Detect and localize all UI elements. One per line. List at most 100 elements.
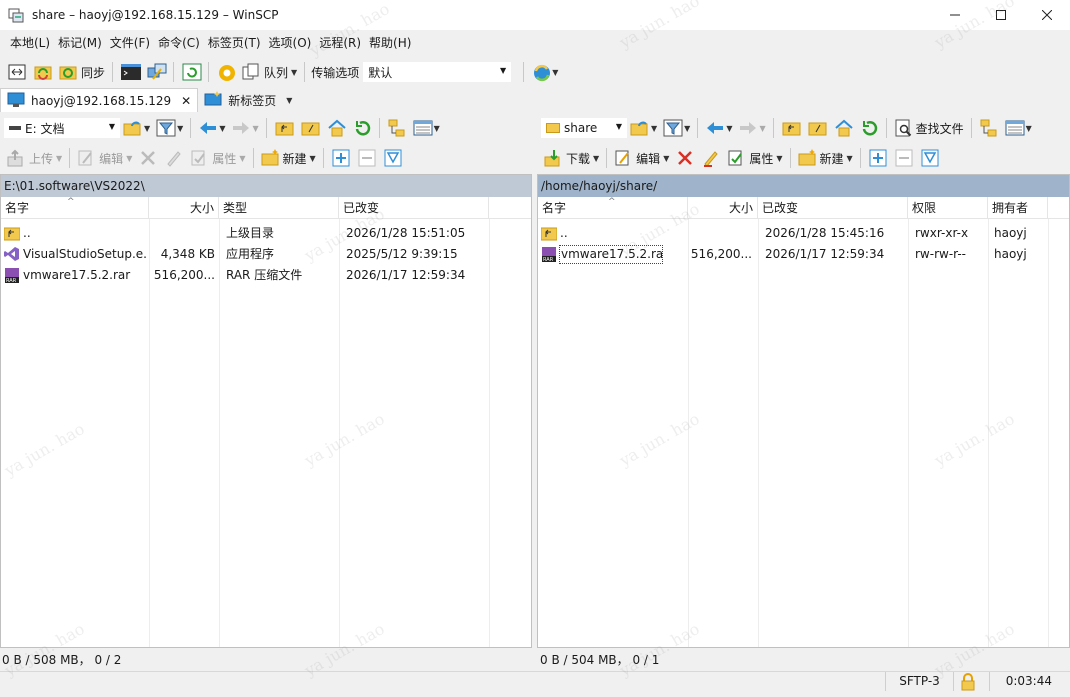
close-button[interactable] [1024,0,1070,30]
column-owner[interactable]: 拥有者 [988,197,1048,219]
right-filter-button[interactable]: ▼ [661,116,692,140]
left-open-folder-button[interactable]: ▼ [121,116,152,140]
find-files-button[interactable]: 查找文件 [892,116,966,140]
transfer-preset-select[interactable]: 默认 ▼ [363,62,512,82]
right-rename-button[interactable] [699,146,723,170]
right-forward-button[interactable]: ▼ [736,116,767,140]
right-back-button[interactable]: ▼ [703,116,734,140]
sync-icon [59,63,77,81]
sort-ascending-icon: ^ [67,197,75,207]
right-view-button[interactable]: ▼ [1003,116,1034,140]
table-row[interactable]: RAR vmware17.5.2.rar 516,200... 2026/1/1… [538,244,1069,265]
chevron-down-icon: ▼ [726,123,733,133]
left-properties-button[interactable]: 属性 ▼ [188,146,247,170]
right-tree-button[interactable] [977,116,1001,140]
left-delete-button[interactable] [136,146,160,170]
open-terminal-button[interactable] [118,60,142,84]
close-icon[interactable]: ✕ [181,94,191,108]
refresh-session-button[interactable] [179,60,203,84]
menu-commands[interactable]: 命令(C) [154,33,204,53]
menu-files[interactable]: 文件(F) [106,33,154,53]
tab-session[interactable]: haoyj@192.168.15.129 ✕ [0,88,199,112]
download-button[interactable]: 下载 ▼ [542,146,601,170]
left-filter-select-button[interactable] [381,146,405,170]
menu-tabs[interactable]: 标签页(T) [204,33,265,53]
maximize-button[interactable] [978,0,1024,30]
left-root-dir-button[interactable] [298,116,322,140]
table-row[interactable]: .. 上级目录 2026/1/28 15:51:05 [1,223,531,244]
toolbar-separator [697,118,699,138]
chevron-down-icon: ▼ [177,123,184,133]
synchronize-button[interactable]: 同步 [57,60,107,84]
preferences-button[interactable] [214,60,238,84]
right-new-button[interactable]: 新建 ▼ [796,146,855,170]
column-changed[interactable]: 已改变 [339,197,489,219]
left-select-all-button[interactable] [329,146,353,170]
menu-mark[interactable]: 标记(M) [54,33,106,53]
minimize-button[interactable] [932,0,978,30]
table-row[interactable]: .. 2026/1/28 15:45:16 rwxr-xr-x haoyj [538,223,1069,244]
left-back-button[interactable]: ▼ [196,116,227,140]
left-filter-button[interactable]: ▼ [154,116,185,140]
find-files-label: 查找文件 [915,121,964,136]
left-rename-button[interactable] [162,146,186,170]
local-drive-select[interactable]: E: 文档 ▼ [4,118,120,138]
folder-tree-icon [388,119,406,137]
right-edit-label: 编辑 [636,151,661,166]
left-unselect-button[interactable] [355,146,379,170]
left-edit-button[interactable]: 编辑 ▼ [75,146,134,170]
column-name[interactable]: 名字 ^ [538,197,688,219]
left-tree-button[interactable] [385,116,409,140]
compare-directories-button[interactable] [5,60,29,84]
column-size[interactable]: 大小 [149,197,219,219]
right-home-button[interactable] [831,116,855,140]
menu-help[interactable]: 帮助(H) [365,33,415,53]
transfer-settings-button[interactable]: ▼ [529,60,560,84]
tab-new[interactable]: 新标签页 ▼ [198,88,298,112]
chevron-down-icon: ▼ [1025,123,1032,133]
remote-folder-select[interactable]: share ▼ [541,118,627,138]
left-view-button[interactable]: ▼ [411,116,442,140]
putty-button[interactable] [144,60,168,84]
properties-icon [727,149,745,167]
column-name[interactable]: 名字 ^ [1,197,149,219]
right-refresh-button[interactable] [857,116,881,140]
column-changed[interactable]: 已改变 [758,197,908,219]
toolbar-separator [252,148,254,168]
menu-options[interactable]: 选项(O) [265,33,316,53]
menu-remote[interactable]: 远程(R) [315,33,365,53]
column-type[interactable]: 类型 [219,197,339,219]
right-root-dir-button[interactable] [805,116,829,140]
left-parent-dir-button[interactable] [272,116,296,140]
right-properties-button[interactable]: 属性 ▼ [725,146,784,170]
rename-icon [165,149,183,167]
local-path-bar[interactable]: E:\01.software\VS2022\ [1,175,531,197]
file-name: vmware17.5.2.rar [559,245,663,264]
left-forward-button[interactable]: ▼ [229,116,260,140]
right-delete-button[interactable] [673,146,697,170]
left-refresh-button[interactable] [350,116,374,140]
details-view-icon [413,119,433,137]
left-new-button[interactable]: 新建 ▼ [259,146,318,170]
right-edit-button[interactable]: 编辑 ▼ [612,146,671,170]
right-filter-select-button[interactable] [918,146,942,170]
right-parent-dir-button[interactable] [779,116,803,140]
right-unselect-button[interactable] [892,146,916,170]
table-row[interactable]: VisualStudioSetup.e... 4,348 KB 应用程序 202… [1,244,531,265]
toolbar-separator [606,148,608,168]
synchronize-browsing-button[interactable] [31,60,55,84]
right-select-all-button[interactable] [866,146,890,170]
arrow-left-icon [198,119,217,137]
menu-local[interactable]: 本地(L) [6,33,54,53]
remote-path-bar[interactable]: /home/haoyj/share/ [538,175,1069,197]
left-home-button[interactable] [324,116,348,140]
upload-button[interactable]: 上传 ▼ [5,146,64,170]
column-rights[interactable]: 权限 [908,197,988,219]
file-name: vmware17.5.2.rar [23,268,131,282]
table-row[interactable]: RAR vmware17.5.2.rar 516,200... RAR 压缩文件… [1,265,531,286]
column-name-label: 名字 [542,201,567,215]
transfer-options-label: 传输选项 [311,65,360,80]
queue-button[interactable]: 队列 ▼ [240,60,299,84]
right-open-folder-button[interactable]: ▼ [628,116,659,140]
column-size[interactable]: 大小 [688,197,758,219]
